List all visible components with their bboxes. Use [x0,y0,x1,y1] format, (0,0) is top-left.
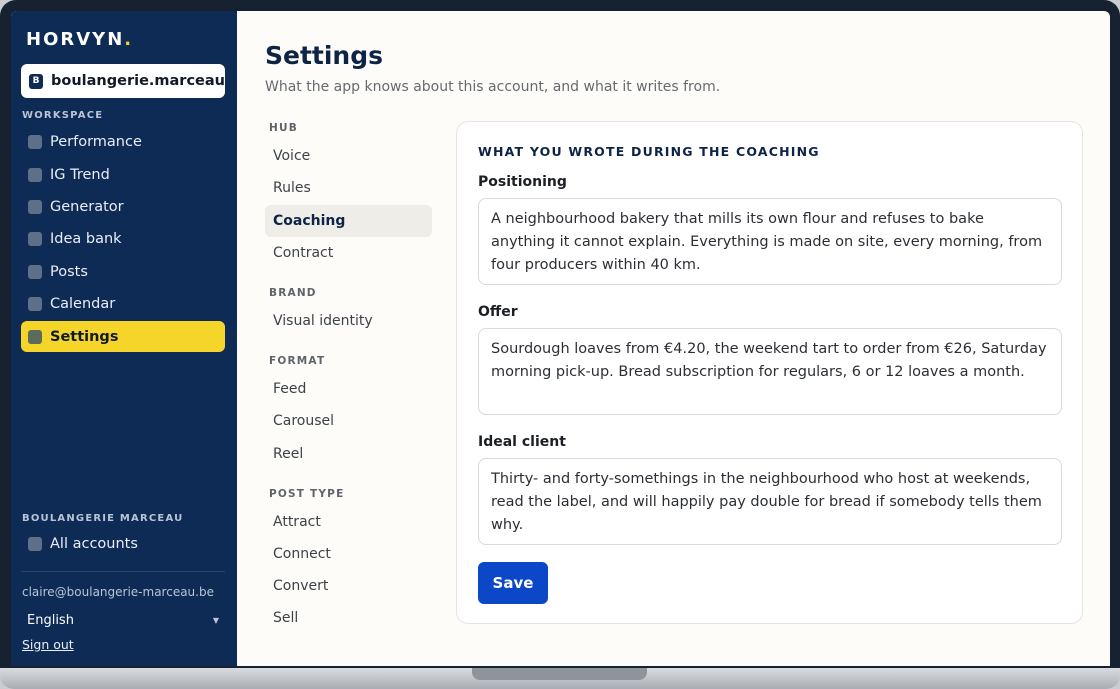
sign-out-link[interactable]: Sign out [22,637,74,652]
account-badge-icon: B [29,73,43,89]
sidebar-item-settings[interactable]: Settings [21,321,225,352]
sidebar: HORVYN. B boulangerie.marceau WORKSPACE … [11,11,237,666]
subnav-item-carousel[interactable]: Carousel [265,405,432,437]
subnav-item-reel[interactable]: Reel [265,438,432,470]
sidebar-item-all-accounts[interactable]: All accounts [21,528,225,559]
page-subtitle: What the app knows about this account, a… [265,79,721,95]
subnav-item-label: Coaching [273,213,346,229]
laptop-notch [472,668,647,680]
sidebar-item-label: Settings [50,328,119,345]
page-title: Settings [265,41,384,70]
idea-bank-icon [28,231,42,246]
card-heading: WHAT YOU WROTE DURING THE COACHING [478,144,820,159]
subnav-item-feed[interactable]: Feed [265,373,432,405]
language-select[interactable]: English ▼ [21,609,225,631]
language-value: English [27,612,74,628]
subnav-item-coaching[interactable]: Coaching [265,205,432,237]
generator-icon [28,199,42,214]
subnav-item-visual-identity[interactable]: Visual identity [265,305,432,337]
subnav-item-label: Reel [273,446,304,462]
ideal-client-field[interactable]: Thirty- and forty-somethings in the neig… [478,458,1062,545]
positioning-field[interactable]: A neighbourhood bakery that mills its ow… [478,198,1062,285]
ideal-client-label: Ideal client [478,434,566,450]
account-name: boulangerie.marceau [51,73,225,89]
sidebar-item-label: Posts [50,263,88,280]
sidebar-item-label: All accounts [50,535,138,552]
subnav-brand-label: BRAND [269,287,317,299]
sidebar-item-performance[interactable]: Performance [21,126,225,157]
subnav-post-type-label: POST TYPE [269,488,345,500]
subnav-item-label: Attract [273,514,321,530]
calendar-icon [28,296,42,311]
subnav-hub-label: HUB [269,122,298,134]
logo-dot: . [124,29,134,50]
sidebar-item-idea-bank[interactable]: Idea bank [21,223,225,254]
sidebar-item-label: Idea bank [50,230,122,247]
sidebar-item-generator[interactable]: Generator [21,191,225,222]
logo-text: HORVYN [26,29,125,50]
subnav-item-label: Visual identity [273,313,373,329]
subnav-item-label: Carousel [273,413,335,429]
offer-field[interactable]: Sourdough loaves from €4.20, the weekend… [478,328,1062,415]
posts-icon [28,264,42,279]
subnav-format-label: FORMAT [269,355,326,367]
sidebar-item-calendar[interactable]: Calendar [21,288,225,319]
subnav-item-label: Contract [273,245,334,261]
subnav-item-connect[interactable]: Connect [265,538,432,570]
all-accounts-icon [28,536,42,551]
positioning-label: Positioning [478,174,567,190]
subnav-item-label: Sell [273,610,299,626]
subnav-item-label: Convert [273,578,329,594]
app-screen: HORVYN. B boulangerie.marceau WORKSPACE … [11,11,1110,666]
workspace-section-label: WORKSPACE [22,110,104,121]
caret-down-icon: ▼ [212,615,219,625]
subnav-item-label: Connect [273,546,331,562]
org-section-label: BOULANGERIE MARCEAU [22,513,184,524]
user-email: claire@boulangerie-marceau.be [22,585,214,599]
sidebar-item-label: Generator [50,198,124,215]
sidebar-item-label: Performance [50,133,142,150]
offer-label: Offer [478,304,518,320]
account-switcher[interactable]: B boulangerie.marceau [21,64,225,98]
subnav-item-convert[interactable]: Convert [265,570,432,602]
sidebar-item-label: IG Trend [50,166,110,183]
subnav-item-voice[interactable]: Voice [265,140,432,172]
sidebar-item-ig-trend[interactable]: IG Trend [21,159,225,190]
subnav-item-rules[interactable]: Rules [265,172,432,204]
app-logo[interactable]: HORVYN. [26,29,133,50]
sidebar-item-label: Calendar [50,295,116,312]
coaching-card: WHAT YOU WROTE DURING THE COACHING Posit… [456,121,1083,624]
subnav-item-label: Voice [273,148,311,164]
subnav-item-sell[interactable]: Sell [265,602,432,634]
subnav-item-label: Rules [273,180,311,196]
settings-icon [28,329,42,344]
subnav-item-contract[interactable]: Contract [265,237,432,269]
subnav-item-label: Feed [273,381,307,397]
subnav-item-attract[interactable]: Attract [265,506,432,538]
save-button[interactable]: Save [478,562,548,604]
performance-icon [28,134,42,149]
sidebar-divider [21,571,225,572]
ig-trend-icon [28,167,42,182]
sidebar-item-posts[interactable]: Posts [21,256,225,287]
